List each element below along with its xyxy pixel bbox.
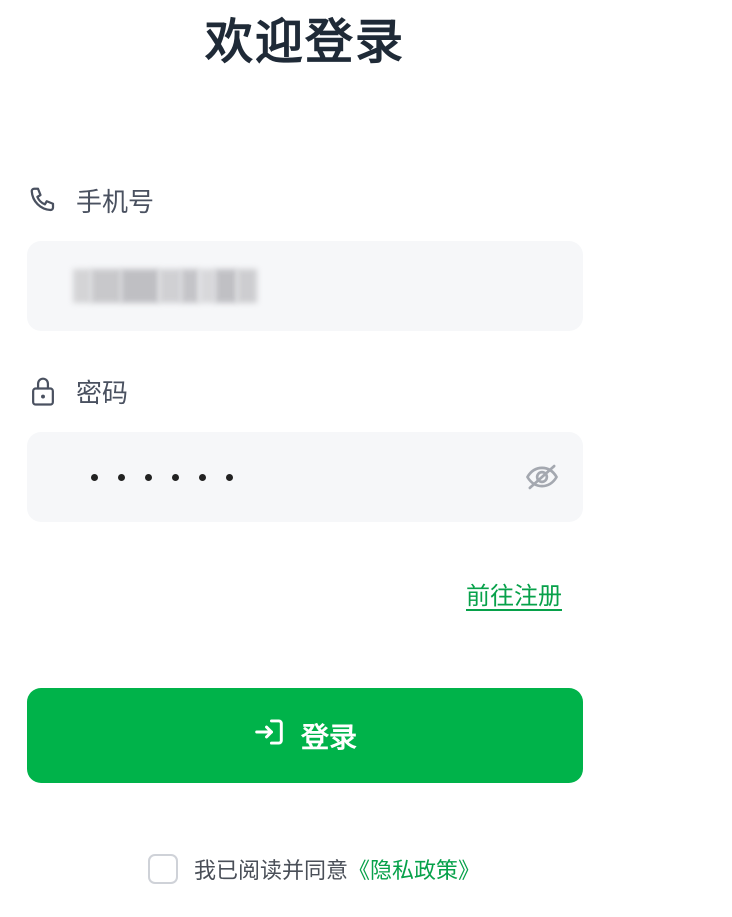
password-mask-dot [226,473,233,481]
agreement-checkbox[interactable] [148,854,178,884]
password-mask-dot [145,473,152,481]
login-arrow-icon [253,717,285,754]
password-mask-dot [118,473,125,481]
password-mask-dot [91,473,98,481]
register-link[interactable]: 前往注册 [466,576,562,611]
eye-off-icon[interactable] [525,462,559,492]
login-page: 欢迎登录 手机号 密码 前往注册 登录 我已阅读并同意《隐私政策》 [0,0,732,917]
password-mask-dot [172,473,179,481]
lock-icon [28,375,58,407]
privacy-policy-link[interactable]: 《隐私政策》 [348,859,480,884]
phone-label: 手机号 [76,187,155,218]
password-label: 密码 [76,378,129,409]
password-label-row: 密码 [28,374,129,409]
password-input[interactable] [27,432,583,522]
login-button-label: 登录 [300,720,357,754]
phone-icon [28,185,58,215]
phone-input[interactable] [27,241,583,331]
login-button[interactable]: 登录 [27,688,583,783]
password-mask [91,462,233,492]
agreement-text: 我已阅读并同意 [194,859,349,884]
agreement-row: 我已阅读并同意《隐私政策》 [148,852,480,886]
phone-label-row: 手机号 [28,183,155,218]
phone-value-obscured [73,267,273,305]
page-title: 欢迎登录 [204,14,405,70]
password-mask-dot [199,473,206,481]
